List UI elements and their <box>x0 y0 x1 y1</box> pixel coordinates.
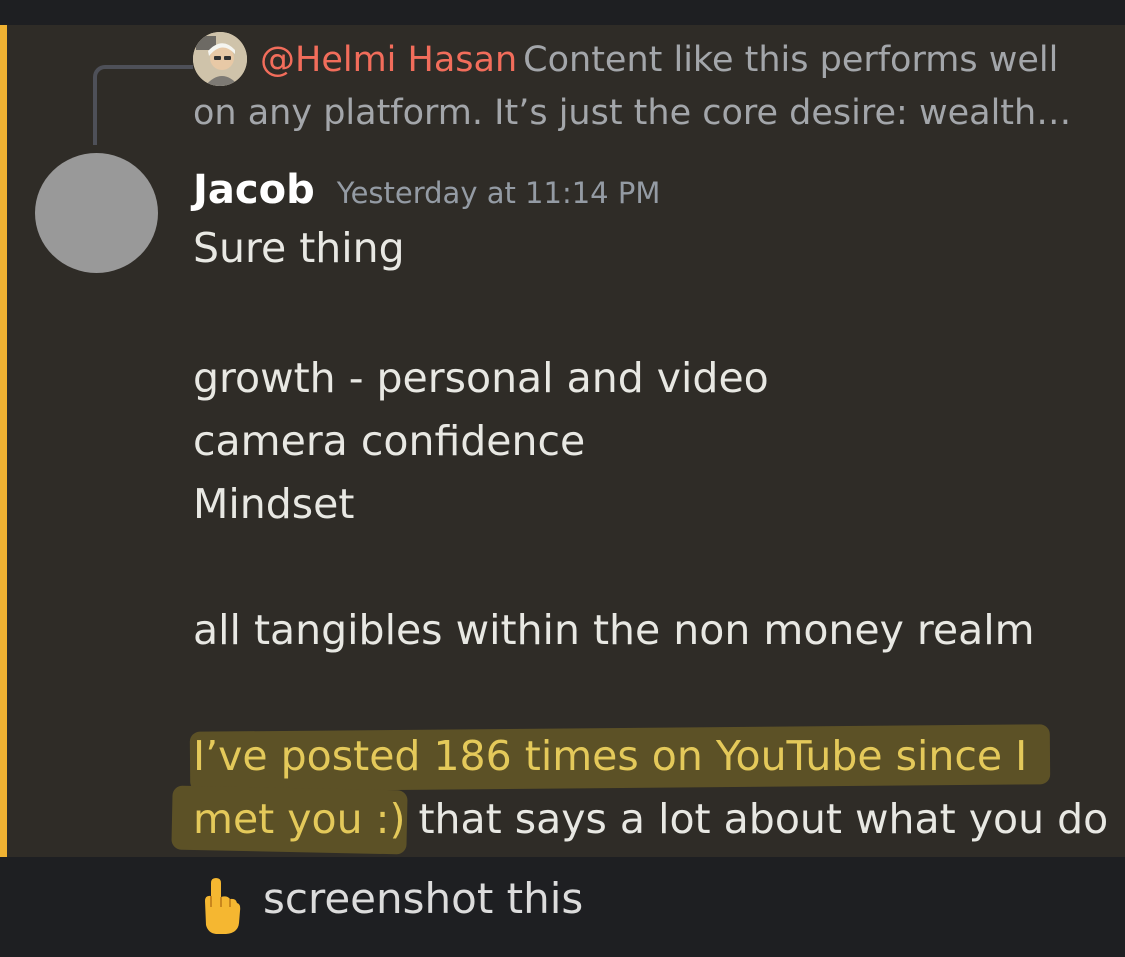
line-2-rest: that says a lot about what you do <box>405 795 1109 843</box>
reply-avatar[interactable] <box>193 32 247 86</box>
message-panel[interactable]: @Helmi Hasan Content like this performs w… <box>0 25 1125 857</box>
message-line-5: all tangibles within the non money realm <box>193 606 1035 654</box>
author-avatar[interactable] <box>35 153 158 273</box>
message-header: Jacob Yesterday at 11:14 PM <box>193 162 660 226</box>
message-timestamp: Yesterday at 11:14 PM <box>336 176 661 210</box>
highlighted-line-2: met you :) that says a lot about what yo… <box>193 789 1108 849</box>
highlighted-line-1: I’ve posted 186 times on YouTube since I <box>193 732 1028 780</box>
reply-preview[interactable]: @Helmi Hasan Content like this performs w… <box>260 35 1120 85</box>
screenshot-root: @Helmi Hasan Content like this performs w… <box>0 0 1125 957</box>
reply-preview-line1: Content like this performs well <box>523 40 1059 80</box>
reply-mention[interactable]: @Helmi Hasan <box>260 40 517 80</box>
message-line-4: Mindset <box>193 480 355 528</box>
pointing-down-emoji-icon <box>205 878 241 934</box>
reply-spine <box>93 65 193 145</box>
caption-bar: screenshot this <box>0 857 1125 957</box>
message-line-3: camera confidence <box>193 417 586 465</box>
top-strip <box>0 0 1125 25</box>
mention-accent-bar <box>0 25 7 857</box>
message-line-2: growth - personal and video <box>193 354 769 402</box>
reply-preview-line2[interactable]: on any platform. It’s just the core desi… <box>193 88 1113 138</box>
message-line-1: Sure thing <box>193 224 405 272</box>
caption-text: screenshot this <box>263 874 584 923</box>
highlighted-phrase: met you :) <box>193 795 406 843</box>
author-name[interactable]: Jacob <box>193 167 315 213</box>
